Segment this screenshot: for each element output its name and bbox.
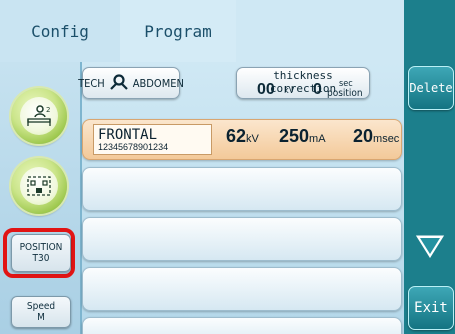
speed-button[interactable]: Speed M	[11, 296, 71, 328]
time-unit: msec	[373, 133, 400, 145]
thickness-position-value: 0	[313, 81, 322, 98]
program-id: 12345678901234	[98, 142, 169, 152]
tab-bar-empty-area	[236, 0, 404, 62]
right-panel: Delete Exit	[404, 0, 455, 334]
ma-unit: mA	[309, 133, 326, 145]
tab-program[interactable]: Program	[120, 0, 236, 62]
time-param: 20msec	[353, 126, 399, 147]
program-name: FRONTAL	[98, 127, 158, 143]
position-value: T30	[32, 253, 50, 264]
kv-param: 62kV	[226, 126, 259, 147]
program-row-empty[interactable]	[82, 217, 402, 261]
thickness-correction-button[interactable]: thickness correction 00 kV 0 sec positio…	[236, 67, 370, 99]
region-label: ABDOMEN	[132, 76, 184, 90]
patient-on-table-icon: 2	[20, 97, 58, 135]
time-value: 20	[353, 126, 374, 146]
program-row-selected[interactable]: FRONTAL 12345678901234 62kV 250mA 20msec	[82, 119, 402, 160]
thickness-position-unit: sec position	[327, 80, 363, 99]
position-button[interactable]: POSITION T30	[11, 234, 71, 272]
delete-button[interactable]: Delete	[408, 66, 454, 110]
program-row-empty[interactable]	[82, 167, 402, 211]
patient-table-button[interactable]: 2	[11, 88, 67, 144]
svg-text:2: 2	[46, 106, 50, 114]
exit-button[interactable]: Exit	[408, 286, 454, 330]
scroll-down-button[interactable]	[408, 224, 452, 270]
detector-icon	[20, 167, 58, 205]
person-icon	[108, 73, 130, 93]
kv-unit: kV	[246, 133, 259, 145]
tech-region-button[interactable]: TECH ABDOMEN	[78, 67, 184, 99]
program-row-empty[interactable]	[82, 267, 402, 311]
left-panel: 2 POSITION T30 Speed M	[0, 62, 82, 334]
tech-label: TECH	[78, 76, 105, 90]
program-screen: Config Program 2 POSITION T30 Speed M TE…	[0, 0, 455, 334]
speed-label: Speed	[26, 301, 56, 312]
kv-value: 62	[226, 126, 247, 146]
position-label: POSITION	[19, 242, 63, 253]
ma-param: 250mA	[279, 126, 326, 147]
thickness-kv-unit: kV	[284, 86, 295, 96]
program-row-empty[interactable]	[82, 317, 402, 334]
ma-value: 250	[279, 126, 310, 146]
program-name-box: FRONTAL 12345678901234	[93, 124, 212, 155]
thickness-kv-value: 00	[257, 81, 275, 98]
program-panel: TECH ABDOMEN thickness correction 00 kV …	[78, 62, 404, 334]
triangle-down-icon	[414, 234, 446, 260]
speed-value: M	[37, 312, 45, 323]
detector-view-button[interactable]	[11, 158, 67, 214]
tab-config[interactable]: Config	[0, 0, 121, 62]
unit-position: position	[327, 88, 363, 99]
